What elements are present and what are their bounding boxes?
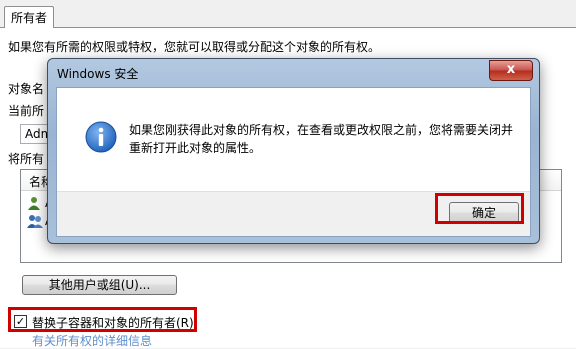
info-icon	[85, 121, 117, 153]
dialog-body: 如果您刚获得此对象的所有权，在查看或更改权限之前，您将需要关闭并重新打开此对象的…	[56, 87, 531, 237]
ok-button[interactable]: 确定	[449, 202, 519, 224]
replace-owner-checkbox[interactable]: ✓	[14, 315, 27, 328]
tab-owner-label: 所有者	[11, 11, 48, 25]
close-button[interactable]: x	[489, 60, 533, 81]
dialog-message: 如果您刚获得此对象的所有权，在查看或更改权限之前，您将需要关闭并重新打开此对象的…	[129, 123, 514, 155]
replace-owner-label[interactable]: 替换子容器和对象的所有者(R)	[32, 314, 194, 331]
change-owner-label: 将所有	[8, 152, 45, 166]
ownership-help-link[interactable]: 有关所有权的详细信息	[32, 332, 152, 349]
object-name-label: 对象名	[8, 82, 45, 96]
group-icon	[27, 215, 43, 228]
intro-text: 如果您有所需的权限或特权，您就可以取得或分配这个对象的所有权。	[8, 40, 381, 54]
tab-owner[interactable]: 所有者	[4, 6, 54, 28]
other-users-button[interactable]: 其他用户或组(U)...	[22, 275, 177, 295]
user-icon	[28, 197, 40, 210]
current-owner-label: 当前所	[8, 104, 45, 118]
close-icon: x	[506, 62, 516, 77]
dialog-title: Windows 安全	[57, 67, 139, 81]
dialog-footer: 确定	[57, 191, 530, 236]
security-dialog: Windows 安全 x 如果您刚获得此对象的所有权，在查看或更改权限之前，您将…	[47, 58, 540, 244]
